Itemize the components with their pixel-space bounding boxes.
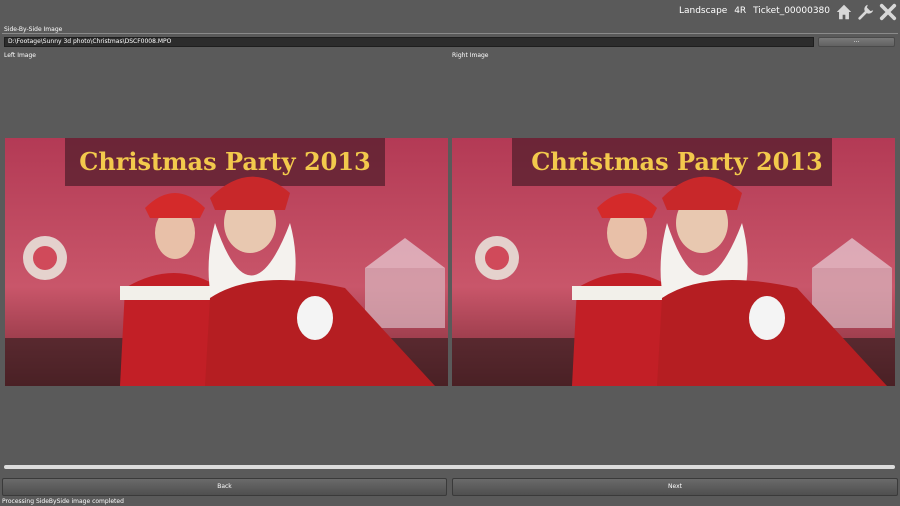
print-size-label: 4R [734,6,747,16]
left-image: Christmas Party 2013 [5,138,448,386]
title-bar: Landscape 4R Ticket_00000380 [0,0,900,24]
home-button[interactable] [834,2,854,22]
left-image-label: Left Image [4,52,36,59]
browse-button[interactable]: ... [818,37,895,47]
right-image: Christmas Party 2013 [452,138,895,386]
panel-title: Side-By-Side Image [4,26,63,33]
close-icon [879,3,897,21]
title-info: Landscape 4R Ticket_00000380 [675,6,830,16]
right-image-label: Right Image [452,52,489,59]
next-button[interactable]: Next [452,478,898,496]
home-icon [836,4,852,20]
close-button[interactable] [878,2,898,22]
horizontal-scrollbar[interactable] [4,465,895,469]
orientation-label: Landscape [678,6,728,16]
left-banner-text: Christmas Party 2013 [79,147,371,176]
file-path-field[interactable]: D:\Footage\Sunny 3d photo\Christmas\DSCF… [4,37,814,47]
divider [2,33,898,34]
right-banner-text: Christmas Party 2013 [531,147,823,176]
status-message: Processing SideBySide image completed [2,498,124,505]
ticket-label: Ticket_00000380 [753,6,830,16]
settings-button[interactable] [856,2,876,22]
back-button[interactable]: Back [2,478,447,496]
settings-icon [858,4,874,20]
